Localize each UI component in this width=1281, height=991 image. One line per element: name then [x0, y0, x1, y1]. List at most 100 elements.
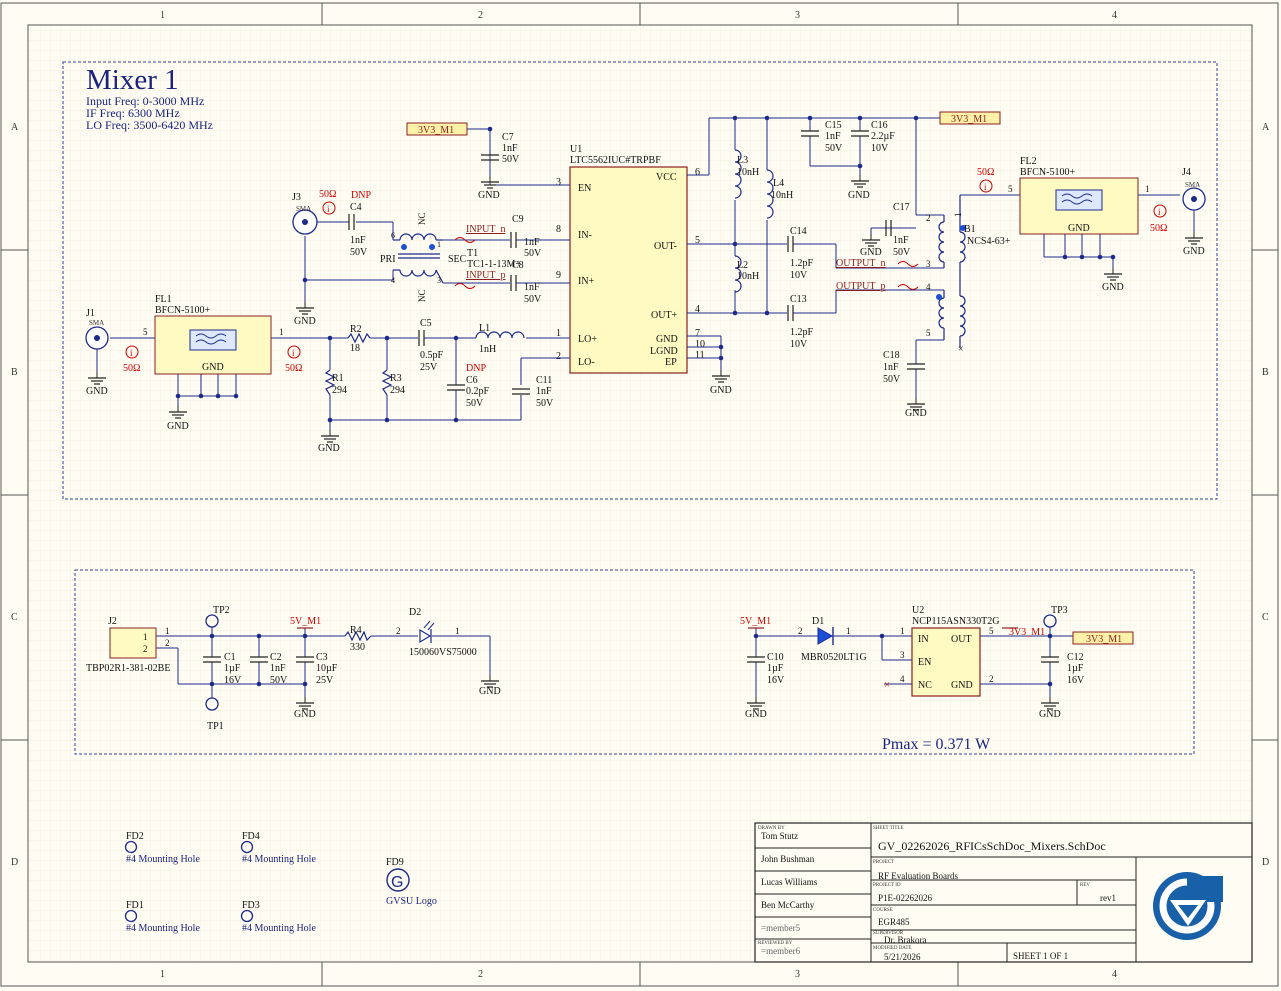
svg-text:10: 10	[695, 339, 705, 350]
dnp-label: DNP	[466, 363, 486, 374]
member-1: Tom Stutz	[761, 831, 798, 841]
svg-text:7: 7	[695, 328, 700, 339]
svg-text:C3: C3	[316, 652, 328, 663]
r2-val: 18	[350, 343, 360, 354]
svg-text:EN: EN	[918, 657, 931, 668]
svg-text:1µF: 1µF	[767, 663, 784, 674]
svg-text:GVSU Logo: GVSU Logo	[386, 896, 437, 907]
svg-text:IN-: IN-	[578, 230, 592, 241]
pri-label: PRI	[380, 254, 396, 265]
svg-text:5: 5	[1008, 184, 1013, 194]
svg-text:1nF: 1nF	[883, 362, 899, 373]
svg-text:#4 Mounting Hole: #4 Mounting Hole	[242, 854, 316, 865]
svg-text:1.2pF: 1.2pF	[790, 327, 814, 338]
noconnect-icon: ×	[958, 344, 964, 355]
u1-chip[interactable]: U1 LTC5562IUC#TRPBF EN IN- IN+ LO+ LO- V…	[556, 144, 705, 374]
svg-text:#4 Mounting Hole: #4 Mounting Hole	[126, 923, 200, 934]
svg-text:3: 3	[556, 177, 561, 188]
svg-text:50V: 50V	[466, 398, 484, 409]
mixer-title: Mixer 1	[86, 64, 179, 96]
svg-text:LGND: LGND	[650, 346, 678, 357]
supervisor: Dr. Brakora	[884, 935, 927, 945]
member-5: =member5	[761, 923, 801, 933]
net-3v3-flag[interactable]: 3V3_M1	[406, 122, 468, 136]
svg-text:D1: D1	[812, 616, 824, 627]
svg-text:3: 3	[926, 259, 931, 269]
svg-text:LO-: LO-	[578, 357, 595, 368]
t1-part: TC1-1-13M+	[467, 259, 521, 270]
gnd-label: GND	[478, 190, 500, 201]
row-label: B	[1262, 367, 1269, 378]
net-5v-label[interactable]: 5V_M1	[740, 616, 771, 627]
svg-text:1nF: 1nF	[825, 131, 841, 142]
b1-part: NCS4-63+	[967, 236, 1011, 247]
svg-text:GND: GND	[951, 680, 973, 691]
sec-label: SEC	[448, 254, 467, 265]
svg-text:TP1: TP1	[207, 721, 224, 732]
svg-text:NC: NC	[918, 680, 932, 691]
gnd-label: GND	[848, 190, 870, 201]
member-6: =member6	[761, 946, 801, 956]
gnd-label: GND	[1039, 709, 1061, 720]
col-label: 2	[478, 969, 483, 980]
net-3v3-flag[interactable]: 3V3_M1	[939, 111, 1001, 125]
r4-val: 330	[350, 642, 365, 653]
net-output-p[interactable]: OUTPUT_p	[836, 281, 885, 292]
svg-text:C18: C18	[883, 350, 900, 361]
svg-text:1: 1	[846, 626, 851, 636]
schematic-sheet: 1 2 3 4 1 2 3 4 A B C D A B C D Mixer 1 …	[0, 0, 1281, 991]
svg-text:OUT: OUT	[951, 634, 972, 645]
svg-text:1nF: 1nF	[524, 282, 540, 293]
l1-val: 1nH	[479, 344, 496, 355]
nc-label: NC	[417, 289, 427, 302]
svg-text:2: 2	[926, 213, 931, 223]
svg-text:COURSE: COURSE	[873, 908, 893, 913]
svg-text:1µF: 1µF	[1067, 663, 1084, 674]
svg-text:TP2: TP2	[213, 605, 230, 616]
svg-text:U2: U2	[912, 605, 924, 616]
gnd-label: GND	[294, 316, 316, 327]
net-3v3-label[interactable]: 3V3_M1	[1009, 627, 1045, 638]
gnd-label: GND	[479, 686, 501, 697]
svg-text:1: 1	[455, 626, 460, 636]
svg-text:1nF: 1nF	[893, 235, 909, 246]
r4-ref: R4	[350, 625, 362, 636]
ohm-label: 50Ω	[319, 189, 336, 200]
net-input-n[interactable]: INPUT_n	[466, 224, 505, 235]
svg-text:1nF: 1nF	[536, 386, 552, 397]
svg-text:LO+: LO+	[578, 334, 597, 345]
sheet-title: GV_02262026_RFICsSchDoc_Mixers.SchDoc	[878, 839, 1106, 853]
svg-text:J4: J4	[1182, 167, 1191, 178]
svg-text:C16: C16	[871, 120, 888, 131]
gnd-label: GND	[86, 386, 108, 397]
svg-text:1nF: 1nF	[502, 143, 518, 154]
r3-val: 294	[390, 385, 405, 396]
col-label: 3	[795, 10, 800, 21]
svg-text:1: 1	[143, 632, 148, 642]
gnd-label: GND	[318, 443, 340, 454]
svg-text:50V: 50V	[350, 247, 368, 258]
svg-text:1: 1	[953, 213, 963, 218]
svg-text:0.5pF: 0.5pF	[420, 350, 444, 361]
project-id: P1E-02262026	[878, 893, 933, 903]
r2-ref: R2	[350, 324, 362, 335]
svg-text:OUT-: OUT-	[654, 241, 677, 252]
svg-text:TP3: TP3	[1051, 605, 1068, 616]
pin-num: 6	[391, 231, 395, 240]
svg-text:IN: IN	[918, 634, 929, 645]
u1-ref: U1	[570, 144, 582, 155]
member-3: Lucas Williams	[761, 877, 818, 887]
net-input-p[interactable]: INPUT_p	[466, 270, 505, 281]
ohm-label: 50Ω	[1150, 223, 1167, 234]
net-3v3-flag[interactable]: 3V3_M1	[1072, 631, 1134, 645]
svg-text:50V: 50V	[825, 143, 843, 154]
svg-text:6: 6	[695, 167, 700, 178]
member-2: John Bushman	[761, 854, 815, 864]
net-5v-label[interactable]: 5V_M1	[290, 616, 321, 627]
svg-text:C17: C17	[893, 202, 910, 213]
net-output-n[interactable]: OUTPUT_n	[836, 258, 885, 269]
r1-ref: R1	[332, 373, 344, 384]
svg-text:2: 2	[396, 626, 401, 636]
svg-text:1nF: 1nF	[524, 237, 540, 248]
svg-text:FL1: FL1	[155, 294, 172, 305]
